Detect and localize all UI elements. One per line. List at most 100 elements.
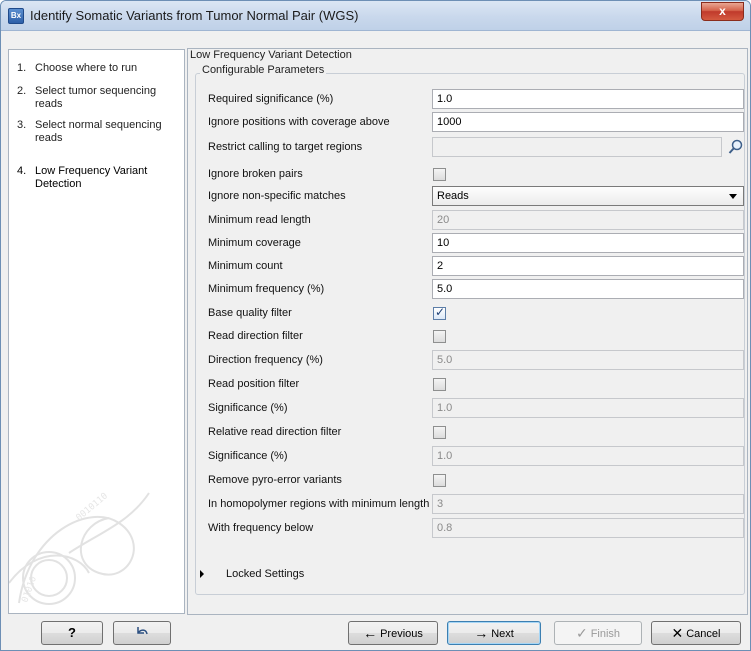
ignore-coverage-above-input[interactable]: 1000 xyxy=(432,112,744,132)
field-label: Required significance (%) xyxy=(208,93,334,105)
magnifier-icon[interactable] xyxy=(728,139,744,155)
close-button[interactable]: x xyxy=(701,2,744,21)
param-row-restrict-target: Restrict calling to target regions xyxy=(208,137,743,159)
reset-button[interactable] xyxy=(113,621,171,645)
step-label: Choose where to run xyxy=(35,62,138,74)
min-read-length-input[interactable]: 20 xyxy=(432,210,744,230)
with-frequency-below-input[interactable]: 0.8 xyxy=(432,518,744,538)
param-row-min-read-length: Minimum read length 20 xyxy=(208,210,744,232)
param-row-ignore-coverage-above: Ignore positions with coverage above 100… xyxy=(208,112,744,134)
field-label: Ignore broken pairs xyxy=(208,168,303,180)
decorative-swirl-logo: 0010110 01010 xyxy=(9,491,150,605)
finish-label: Finish xyxy=(590,628,621,640)
restrict-target-input[interactable] xyxy=(432,137,722,157)
field-label: Significance (%) xyxy=(208,450,288,462)
steps-panel: 1. Choose where to run 2. Select tumor s… xyxy=(8,49,185,614)
next-label: Next xyxy=(491,628,514,640)
checkmark-icon: ✓ xyxy=(435,305,446,319)
triangle-right-icon xyxy=(200,570,204,579)
chevron-down-icon xyxy=(729,194,737,199)
field-label: Base quality filter xyxy=(208,307,292,319)
param-row-read-position-filter: Read position filter xyxy=(208,374,738,396)
field-label: Read position filter xyxy=(208,378,300,390)
param-row-min-count: Minimum count 2 xyxy=(208,256,744,278)
field-label: Ignore non-specific matches xyxy=(208,190,346,202)
step-number: 4. xyxy=(17,165,27,177)
param-row-with-frequency-below: With frequency below 0.8 xyxy=(208,518,744,540)
cancel-button[interactable]: ✕ Cancel xyxy=(651,621,741,645)
field-label: Ignore positions with coverage above xyxy=(208,116,390,128)
param-row-remove-pyro-error: Remove pyro-error variants xyxy=(208,470,738,492)
base-quality-filter-checkbox[interactable]: ✓ xyxy=(433,305,446,320)
param-row-relative-read-direction-filter: Relative read direction filter xyxy=(208,422,738,444)
step-label: Low Frequency Variant Detection xyxy=(35,165,148,190)
param-row-min-coverage: Minimum coverage 10 xyxy=(208,233,744,255)
section-title: Low Frequency Variant Detection xyxy=(190,49,352,61)
finish-button[interactable]: ✓ Finish xyxy=(554,621,642,645)
ignore-nonspecific-select[interactable]: Reads xyxy=(432,186,744,206)
next-button[interactable]: → Next xyxy=(447,621,541,645)
group-title: Configurable Parameters xyxy=(200,64,327,76)
step-label: Select tumor sequencing reads xyxy=(35,85,157,110)
step-item-select-tumor-reads[interactable]: 2. Select tumor sequencing reads xyxy=(17,85,182,111)
help-button[interactable]: ? xyxy=(41,621,103,645)
arrow-left-icon: ← xyxy=(363,625,378,641)
relative-direction-significance-input[interactable]: 1.0 xyxy=(432,446,744,466)
remove-pyro-error-checkbox[interactable] xyxy=(433,474,446,487)
param-row-ignore-broken-pairs: Ignore broken pairs xyxy=(208,164,738,186)
field-label: With frequency below xyxy=(208,522,314,534)
x-icon: ✕ xyxy=(671,625,684,641)
param-row-min-frequency: Minimum frequency (%) 5.0 xyxy=(208,279,744,301)
field-label: Minimum coverage xyxy=(208,237,301,249)
relative-read-direction-filter-checkbox[interactable] xyxy=(433,426,446,439)
field-label: Remove pyro-error variants xyxy=(208,474,342,486)
param-row-direction-frequency: Direction frequency (%) 5.0 xyxy=(208,350,744,372)
step-label: Select normal sequencing reads xyxy=(35,119,162,144)
min-coverage-input[interactable]: 10 xyxy=(432,233,744,253)
min-count-input[interactable]: 2 xyxy=(432,256,744,276)
cancel-label: Cancel xyxy=(686,628,721,640)
param-row-required-significance: Required significance (%) 1.0 xyxy=(208,89,744,111)
field-label: Relative read direction filter xyxy=(208,426,342,438)
field-label: In homopolymer regions with minimum leng… xyxy=(208,498,430,510)
arrow-right-icon: → xyxy=(474,625,489,641)
step-item-choose-where-to-run[interactable]: 1. Choose where to run xyxy=(17,62,182,75)
homopolymer-min-length-input[interactable]: 3 xyxy=(432,494,744,514)
step-item-low-frequency-variant-detection[interactable]: 4. Low Frequency Variant Detection xyxy=(17,165,182,191)
select-value: Reads xyxy=(437,190,469,202)
param-row-read-direction-filter: Read direction filter xyxy=(208,326,738,348)
previous-label: Previous xyxy=(380,628,423,640)
field-label: Direction frequency (%) xyxy=(208,354,323,366)
locked-settings-toggle[interactable]: Locked Settings xyxy=(200,568,304,580)
title-bar: Bx Identify Somatic Variants from Tumor … xyxy=(1,1,750,31)
step-item-select-normal-reads[interactable]: 3. Select normal sequencing reads xyxy=(17,119,182,145)
param-row-significance-2: Significance (%) 1.0 xyxy=(208,446,744,468)
param-row-base-quality-filter: Base quality filter ✓ xyxy=(208,303,738,325)
field-label: Restrict calling to target regions xyxy=(208,141,363,153)
wizard-window: Bx Identify Somatic Variants from Tumor … xyxy=(0,0,751,651)
read-direction-filter-checkbox[interactable] xyxy=(433,330,446,343)
required-significance-input[interactable]: 1.0 xyxy=(432,89,744,109)
param-row-significance-1: Significance (%) 1.0 xyxy=(208,398,744,420)
checkmark-icon: ✓ xyxy=(575,625,588,641)
app-icon: Bx xyxy=(8,8,24,24)
field-label: Minimum frequency (%) xyxy=(208,283,325,295)
read-position-filter-checkbox[interactable] xyxy=(433,378,446,391)
param-row-ignore-nonspecific: Ignore non-specific matches Reads xyxy=(208,186,744,208)
field-label: Minimum count xyxy=(208,260,283,272)
min-frequency-input[interactable]: 5.0 xyxy=(432,279,744,299)
field-label: Significance (%) xyxy=(208,402,288,414)
parameters-panel: Low Frequency Variant Detection Configur… xyxy=(187,48,748,615)
ignore-broken-pairs-checkbox[interactable] xyxy=(433,168,446,181)
direction-frequency-input[interactable]: 5.0 xyxy=(432,350,744,370)
param-row-homopolymer-min-length: In homopolymer regions with minimum leng… xyxy=(208,494,744,516)
read-position-significance-input[interactable]: 1.0 xyxy=(432,398,744,418)
previous-button[interactable]: ← Previous xyxy=(348,621,438,645)
step-number: 1. xyxy=(17,62,27,74)
field-label: Minimum read length xyxy=(208,214,311,226)
step-number: 2. xyxy=(17,85,27,97)
window-title: Identify Somatic Variants from Tumor Nor… xyxy=(30,8,359,23)
reset-arrow-icon xyxy=(137,627,148,635)
step-number: 3. xyxy=(17,119,27,131)
field-label: Read direction filter xyxy=(208,330,303,342)
